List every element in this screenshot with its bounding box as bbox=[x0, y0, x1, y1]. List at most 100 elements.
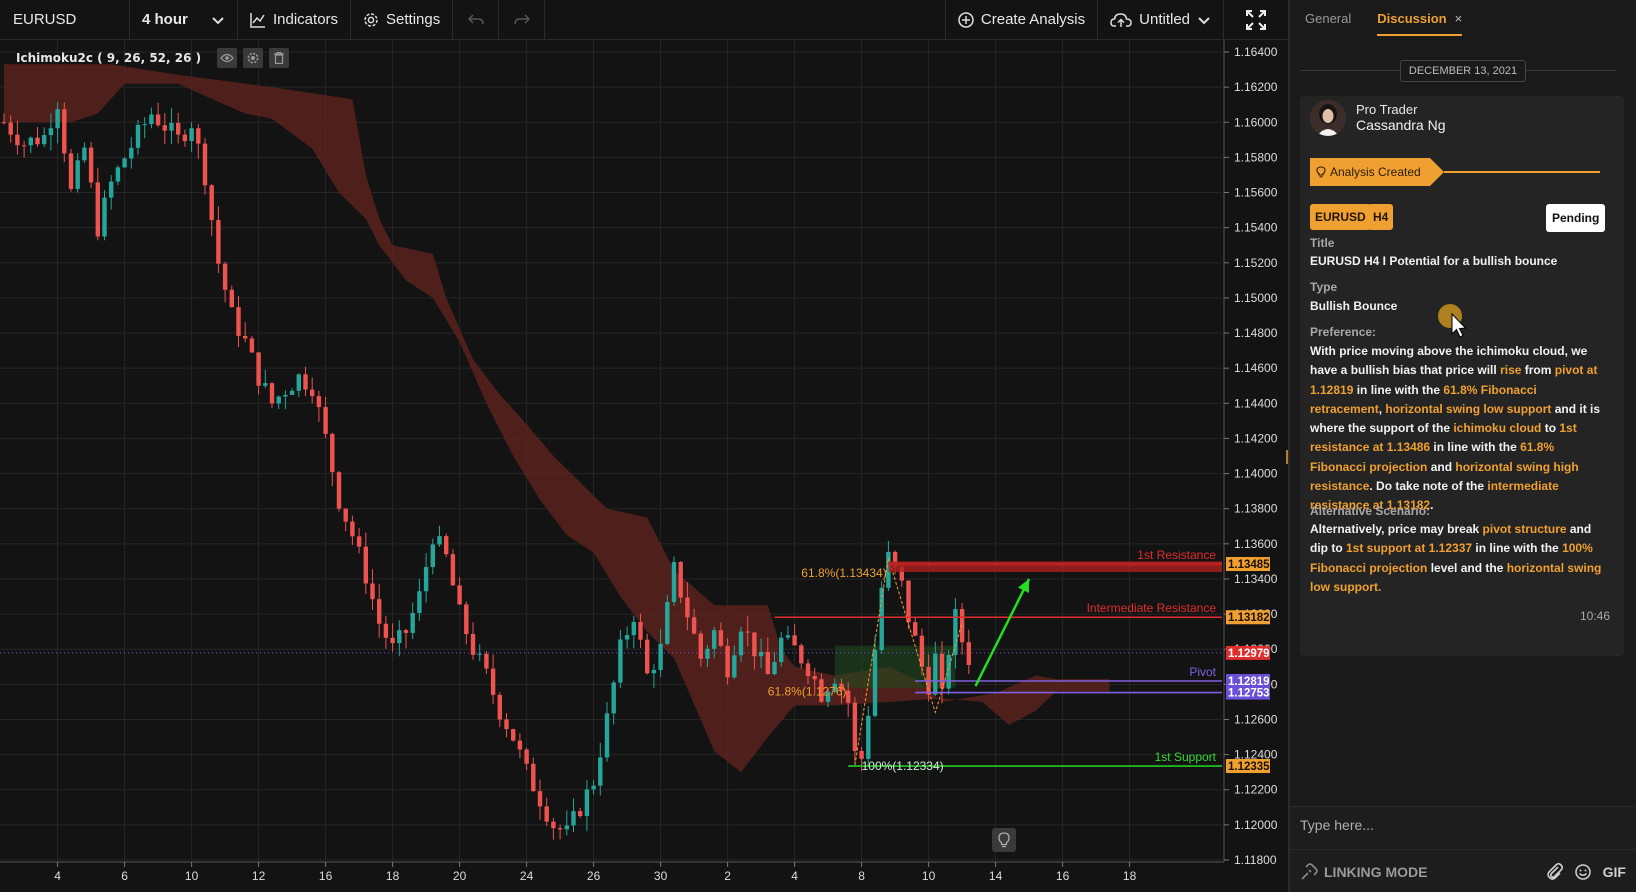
candle-body bbox=[557, 828, 563, 830]
candle-body bbox=[470, 633, 476, 655]
candle-body bbox=[8, 122, 13, 135]
price-tick-label: 1.15400 bbox=[1234, 221, 1278, 235]
symbol-tag[interactable]: EURUSD bbox=[1310, 204, 1371, 230]
candle bbox=[671, 556, 677, 606]
text-run: in line with the bbox=[1430, 440, 1521, 455]
candle-body bbox=[269, 383, 275, 404]
undo-icon bbox=[467, 13, 484, 24]
line-chart-icon bbox=[250, 12, 265, 28]
candle-body bbox=[444, 536, 449, 555]
redo-button[interactable] bbox=[499, 0, 546, 40]
candle-body bbox=[959, 609, 965, 643]
candle-body bbox=[68, 153, 74, 189]
price-chart[interactable]: 1st Resistance Intermediate Resistance Piv… bbox=[0, 40, 1288, 892]
candle-body bbox=[725, 645, 730, 678]
interval-dropdown[interactable]: 4 hour bbox=[130, 0, 238, 40]
time-tick-label: 24 bbox=[520, 869, 534, 883]
message-input[interactable] bbox=[1300, 807, 1626, 843]
candle-body bbox=[584, 789, 590, 817]
time-tick-label: 30 bbox=[654, 869, 668, 883]
time-tick-label: 26 bbox=[587, 869, 601, 883]
candle-body bbox=[377, 599, 382, 624]
candle-body bbox=[129, 147, 134, 159]
text-run: . Do take note of the bbox=[1369, 479, 1488, 494]
candle-body bbox=[363, 546, 368, 584]
text-run: from bbox=[1521, 363, 1555, 378]
candle-body bbox=[216, 220, 221, 264]
indicator-delete-button[interactable] bbox=[269, 48, 290, 68]
candle-body bbox=[738, 631, 744, 656]
candle-body bbox=[772, 662, 777, 675]
candle-body bbox=[289, 390, 295, 395]
gear-icon bbox=[247, 52, 259, 64]
gear-icon bbox=[364, 12, 378, 27]
candle-body bbox=[48, 128, 54, 136]
tab-discussion[interactable]: Discussion × bbox=[1377, 11, 1463, 36]
candle-body bbox=[155, 114, 161, 126]
timeframe-tag[interactable]: H4 bbox=[1368, 204, 1394, 230]
layout-dropdown[interactable]: Untitled bbox=[1098, 0, 1224, 40]
avatar[interactable] bbox=[1310, 100, 1346, 136]
candle-body bbox=[852, 702, 858, 751]
candle-body bbox=[785, 635, 791, 638]
candle-body bbox=[55, 109, 60, 129]
price-tick-label: 1.15000 bbox=[1234, 291, 1278, 305]
candle-body bbox=[638, 622, 643, 640]
price-tick-label: 1.14400 bbox=[1234, 396, 1278, 410]
undo-button[interactable] bbox=[453, 0, 500, 40]
candle bbox=[511, 728, 516, 742]
candle-body bbox=[544, 806, 549, 822]
layout-name: Untitled bbox=[1139, 11, 1190, 28]
linking-mode-label[interactable]: LINKING MODE bbox=[1324, 864, 1427, 880]
message-composer: LINKING MODE GIF bbox=[1290, 806, 1636, 892]
tab-general[interactable]: General bbox=[1305, 11, 1351, 36]
text-run: and bbox=[1427, 459, 1456, 474]
highlight-run: ichimoku cloud bbox=[1453, 421, 1542, 436]
candle-body bbox=[122, 158, 127, 168]
create-analysis-button[interactable]: Create Analysis bbox=[944, 0, 1099, 40]
candle-body bbox=[618, 639, 623, 683]
type-value: Bullish Bounce bbox=[1310, 299, 1398, 313]
close-icon[interactable]: × bbox=[1455, 11, 1463, 26]
settings-button[interactable]: Settings bbox=[351, 0, 454, 40]
candle-body bbox=[397, 630, 402, 644]
level-label: 1st Resistance bbox=[1137, 548, 1216, 562]
indicator-visibility-button[interactable] bbox=[217, 48, 238, 68]
gif-button[interactable]: GIF bbox=[1603, 864, 1626, 880]
candle-body bbox=[176, 122, 181, 135]
candle-body bbox=[678, 561, 683, 598]
candle-body bbox=[504, 719, 509, 730]
emoji-icon[interactable] bbox=[1574, 863, 1591, 880]
candle-body bbox=[919, 635, 925, 667]
composer-actions: GIF bbox=[1546, 862, 1626, 881]
candle-body bbox=[906, 580, 911, 623]
candle bbox=[450, 549, 456, 586]
link-mode-icon[interactable] bbox=[1300, 862, 1318, 881]
candle-body bbox=[718, 630, 724, 646]
candle-body bbox=[102, 197, 107, 237]
attachment-icon[interactable] bbox=[1546, 862, 1563, 881]
candle-body bbox=[383, 623, 389, 638]
lightbulb-icon bbox=[1316, 166, 1326, 178]
candle-body bbox=[28, 137, 33, 146]
symbol-selector[interactable]: EURUSD bbox=[0, 0, 130, 40]
candle-body bbox=[109, 181, 114, 198]
fullscreen-button[interactable] bbox=[1224, 0, 1288, 40]
indicators-button[interactable]: Indicators bbox=[238, 0, 352, 40]
status-badge: Pending bbox=[1546, 204, 1606, 232]
time-tick-label: 18 bbox=[1123, 869, 1137, 883]
candle-body bbox=[316, 396, 322, 408]
candle-body bbox=[457, 585, 462, 605]
price-tick-label: 1.14800 bbox=[1234, 326, 1278, 340]
candle-body bbox=[303, 374, 308, 390]
indicator-settings-button[interactable] bbox=[243, 48, 264, 68]
candle-body bbox=[75, 160, 80, 189]
candle-body bbox=[846, 690, 851, 703]
author-name: Cassandra Ng bbox=[1356, 117, 1446, 133]
text-run: to bbox=[1541, 421, 1560, 436]
candle-body bbox=[21, 145, 27, 147]
candle-body bbox=[698, 633, 703, 659]
candle-body bbox=[82, 147, 87, 161]
idea-button[interactable] bbox=[992, 828, 1016, 852]
price-tick-label: 1.14600 bbox=[1234, 361, 1278, 375]
